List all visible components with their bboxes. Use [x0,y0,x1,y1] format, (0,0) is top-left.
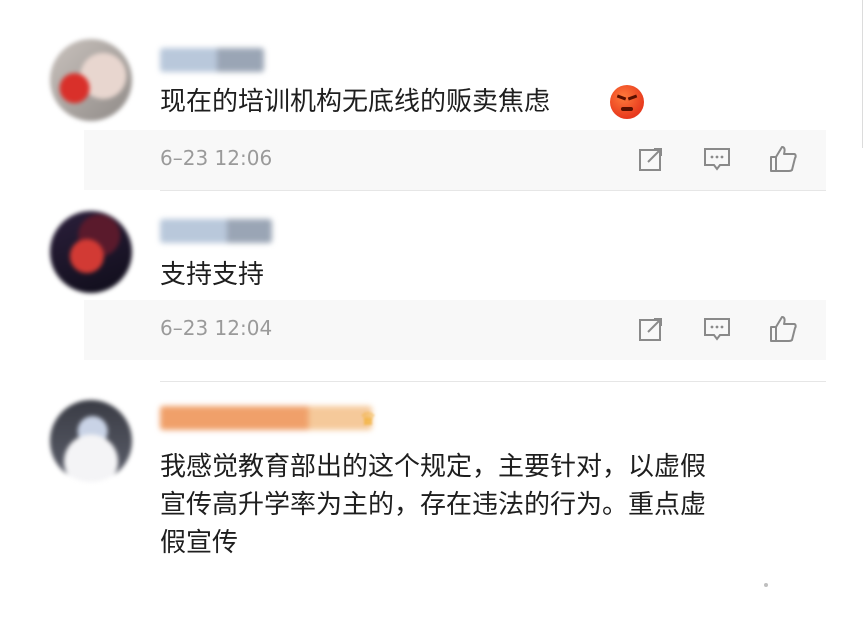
divider [160,190,826,191]
like-icon[interactable] [768,144,798,174]
comment-meta-bar: 6–23 12:06 [84,130,826,190]
username-blurred[interactable] [160,219,272,243]
avatar[interactable] [50,211,132,293]
share-icon[interactable] [636,314,666,344]
like-icon[interactable] [768,314,798,344]
comment-text: 现在的培训机构无底线的贩卖焦虑 [160,87,551,117]
comment-timestamp: 6–23 12:04 [160,316,273,340]
decorative-dot [764,583,768,587]
comment-timestamp: 6–23 12:06 [160,146,273,170]
scrollbar-edge [862,0,863,148]
divider [160,381,826,382]
reply-icon[interactable] [702,314,732,344]
avatar[interactable] [50,39,132,121]
comment-text: 支持支持 [160,260,265,290]
comment-meta-bar: 6–23 12:04 [84,300,826,360]
avatar[interactable] [50,400,132,482]
share-icon[interactable] [636,144,666,174]
username-blurred[interactable] [160,406,372,430]
reply-icon[interactable] [702,144,732,174]
comment-text: 我感觉教育部出的这个规定，主要针对，以虚假 宣传高升学率为主的，存在违法的行为。… [160,452,707,558]
username-blurred[interactable] [160,48,264,72]
crown-badge-icon: ♛ [360,409,377,430]
angry-face-emoji-icon: ✦ [610,81,646,119]
